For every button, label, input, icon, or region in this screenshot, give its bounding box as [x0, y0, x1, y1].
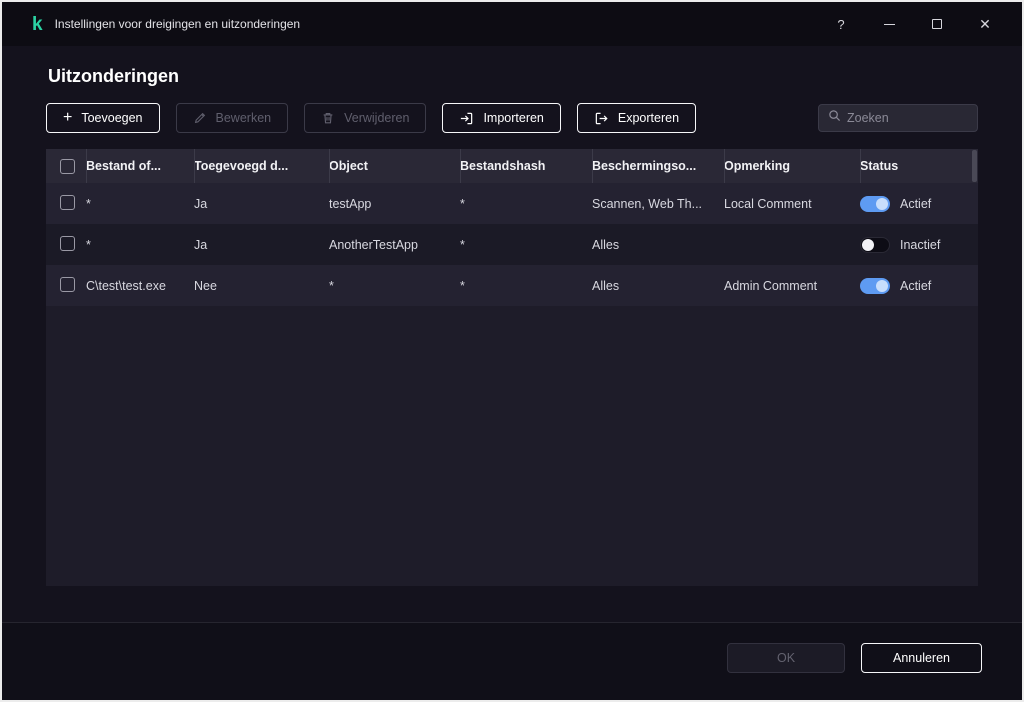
toggle-knob	[862, 238, 874, 251]
row-checkbox[interactable]	[60, 276, 75, 292]
column-header-hash[interactable]: Bestandshash	[460, 149, 592, 183]
add-button-label: Toevoegen	[81, 111, 143, 125]
cell-file: *	[86, 196, 91, 211]
export-icon	[594, 111, 609, 126]
status-toggle[interactable]	[860, 236, 890, 253]
import-icon	[459, 111, 474, 126]
settings-window: k Instellingen voor dreigingen en uitzon…	[0, 0, 1024, 702]
import-button-label: Importeren	[483, 111, 544, 125]
pencil-icon	[193, 111, 207, 125]
export-button-label: Exporteren	[617, 111, 680, 125]
select-all-checkbox[interactable]	[60, 158, 75, 174]
search-box[interactable]	[818, 104, 978, 132]
trash-icon	[321, 111, 335, 125]
table-empty-area	[46, 306, 978, 586]
column-header-status[interactable]: Status	[860, 149, 978, 183]
cell-protection: Alles	[592, 278, 620, 293]
cell-file: *	[86, 237, 91, 252]
search-icon	[828, 109, 841, 127]
table-row[interactable]: C\test\test.exe Nee * * Alles Admin Comm…	[46, 265, 978, 306]
cancel-button[interactable]: Annuleren	[861, 642, 982, 673]
toggle-knob	[876, 197, 888, 210]
select-all-cell	[46, 149, 86, 183]
table-row[interactable]: * Ja testApp * Scannen, Web Th... Local …	[46, 183, 978, 224]
kaspersky-logo-icon: k	[32, 13, 43, 35]
table-header: Bestand of... Toegevoegd d... Object Bes…	[46, 149, 978, 183]
maximize-icon	[932, 19, 942, 29]
table-row[interactable]: * Ja AnotherTestApp * Alles Inactief	[46, 224, 978, 265]
cell-added: Nee	[194, 278, 217, 293]
status-toggle[interactable]	[860, 195, 890, 212]
status-label: Actief	[900, 278, 932, 293]
cell-object: testApp	[329, 196, 372, 211]
toolbar: + Toevoegen Bewerken Verwijderen Importe…	[46, 103, 978, 133]
footer: OK Annuleren	[2, 622, 1022, 700]
plus-icon: +	[63, 108, 73, 126]
titlebar: k Instellingen voor dreigingen en uitzon…	[2, 2, 1022, 46]
cell-comment: Admin Comment	[724, 278, 818, 293]
scrollbar-thumb[interactable]	[972, 150, 977, 182]
cell-hash: *	[460, 196, 465, 211]
cell-hash: *	[460, 237, 465, 252]
add-button[interactable]: + Toevoegen	[46, 103, 160, 133]
column-header-added[interactable]: Toegevoegd d...	[194, 149, 329, 183]
toggle-knob	[876, 279, 888, 292]
export-button[interactable]: Exporteren	[576, 103, 697, 133]
cell-protection: Alles	[592, 237, 620, 252]
maximize-button[interactable]	[920, 9, 954, 39]
help-icon: ?	[837, 16, 845, 32]
minimize-icon	[883, 23, 895, 25]
main-content: Uitzonderingen + Toevoegen Bewerken Verw…	[2, 46, 1022, 622]
ok-button[interactable]: OK	[727, 642, 845, 673]
cell-protection: Scannen, Web Th...	[592, 196, 703, 211]
cell-status: Actief	[860, 195, 978, 212]
delete-button-label: Verwijderen	[344, 111, 410, 125]
cell-comment: Local Comment	[724, 196, 812, 211]
delete-button[interactable]: Verwijderen	[304, 103, 427, 133]
cell-status: Inactief	[860, 236, 978, 253]
minimize-button[interactable]	[872, 9, 906, 39]
edit-button[interactable]: Bewerken	[175, 103, 289, 133]
page-title: Uitzonderingen	[48, 66, 179, 86]
close-icon: ✕	[979, 15, 991, 32]
status-label: Actief	[900, 196, 932, 211]
import-button[interactable]: Importeren	[442, 103, 561, 133]
status-label: Inactief	[900, 237, 941, 252]
row-checkbox[interactable]	[60, 235, 75, 251]
edit-button-label: Bewerken	[215, 111, 272, 125]
cell-object: *	[329, 278, 334, 293]
window-title: Instellingen voor dreigingen en uitzonde…	[54, 17, 301, 31]
cell-hash: *	[460, 278, 465, 293]
cell-object: AnotherTestApp	[329, 237, 418, 252]
cell-file: C\test\test.exe	[86, 278, 166, 293]
search-input[interactable]	[847, 111, 968, 125]
column-header-comment[interactable]: Opmerking	[724, 149, 860, 183]
cell-status: Actief	[860, 277, 978, 294]
column-header-file[interactable]: Bestand of...	[86, 149, 194, 183]
close-button[interactable]: ✕	[968, 9, 1002, 39]
column-header-object[interactable]: Object	[329, 149, 460, 183]
cell-added: Ja	[194, 237, 208, 252]
status-toggle[interactable]	[860, 277, 890, 294]
column-header-protection[interactable]: Beschermingso...	[592, 149, 724, 183]
cell-added: Ja	[194, 196, 208, 211]
help-button[interactable]: ?	[824, 9, 858, 39]
row-checkbox[interactable]	[60, 194, 75, 210]
exclusions-table: Bestand of... Toegevoegd d... Object Bes…	[46, 149, 978, 586]
